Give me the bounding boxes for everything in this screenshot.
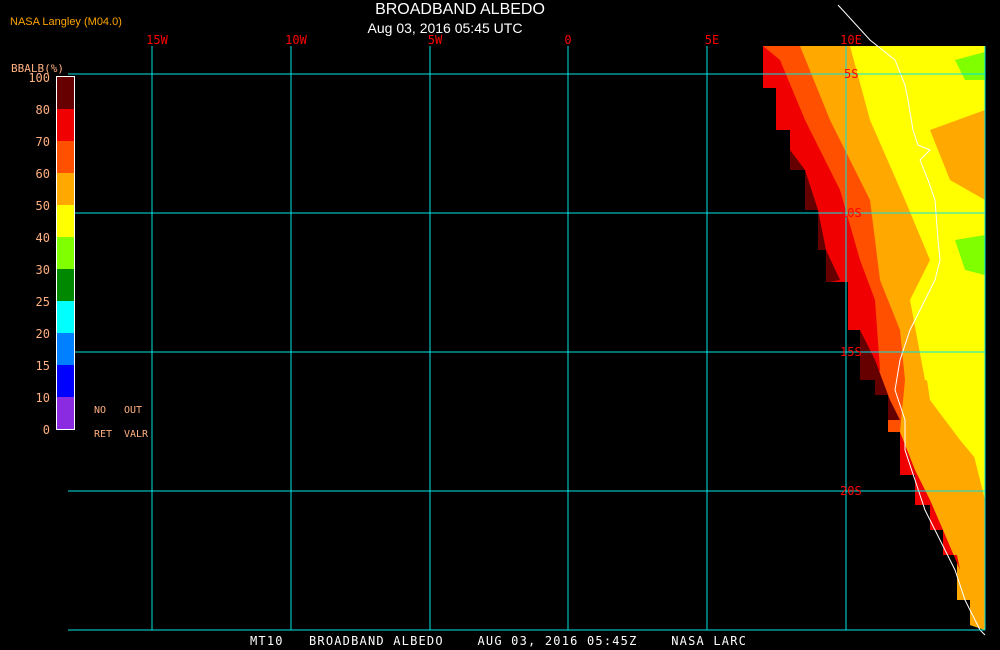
colorbar-segment	[57, 333, 74, 365]
colorbar-tick-label: 0	[42, 423, 50, 437]
colorbar-segment	[57, 77, 74, 109]
no-ret-label: RET	[94, 429, 113, 440]
colorbar-tick-label: 50	[35, 199, 50, 213]
colorbar-segment	[57, 141, 74, 173]
colorbar-tick-label: 40	[35, 231, 50, 245]
latitude-label: 5S	[844, 67, 859, 81]
albedo-field	[763, 46, 985, 630]
longitude-label: 0	[564, 33, 572, 47]
colorbar-tick-label: 60	[35, 167, 50, 181]
latitude-label: 20S	[840, 484, 862, 498]
colorbar-tick-label: 10	[35, 391, 50, 405]
colorbar-segment	[57, 397, 74, 429]
no-ret-label: NO	[94, 405, 107, 416]
colorbar-segment	[57, 365, 74, 397]
colorbar	[56, 76, 75, 430]
colorbar-tick-label: 70	[35, 135, 50, 149]
colorbar-tick-label: 25	[35, 295, 50, 309]
colorbar-tick-label: 20	[35, 327, 50, 341]
colorbar-tick-label: 100	[28, 71, 50, 85]
colorbar-segment	[57, 109, 74, 141]
latitude-label: 15S	[840, 345, 862, 359]
colorbar-segment	[57, 269, 74, 301]
out-valr-label: OUT	[124, 405, 143, 416]
albedo-map	[68, 4, 986, 636]
longitude-label: 10E	[840, 33, 862, 47]
longitude-label: 15W	[146, 33, 168, 47]
longitude-label: 5E	[704, 33, 720, 47]
latitude-label: 10S	[840, 206, 862, 220]
out-valr-label: VALR	[124, 429, 149, 440]
colorbar-segment	[57, 237, 74, 269]
colorbar-segment	[57, 301, 74, 333]
longitude-label: 5W	[427, 33, 443, 47]
colorbar-segment	[57, 205, 74, 237]
colorbar-tick-label: 15	[35, 359, 50, 373]
colorbar-tick-label: 80	[35, 103, 50, 117]
footer-caption: MT10 BROADBAND ALBEDO AUG 03, 2016 05:45…	[250, 634, 748, 648]
colorbar-segment	[57, 173, 74, 205]
colorbar-tick-label: 30	[35, 263, 50, 277]
longitude-label: 10W	[285, 33, 307, 47]
